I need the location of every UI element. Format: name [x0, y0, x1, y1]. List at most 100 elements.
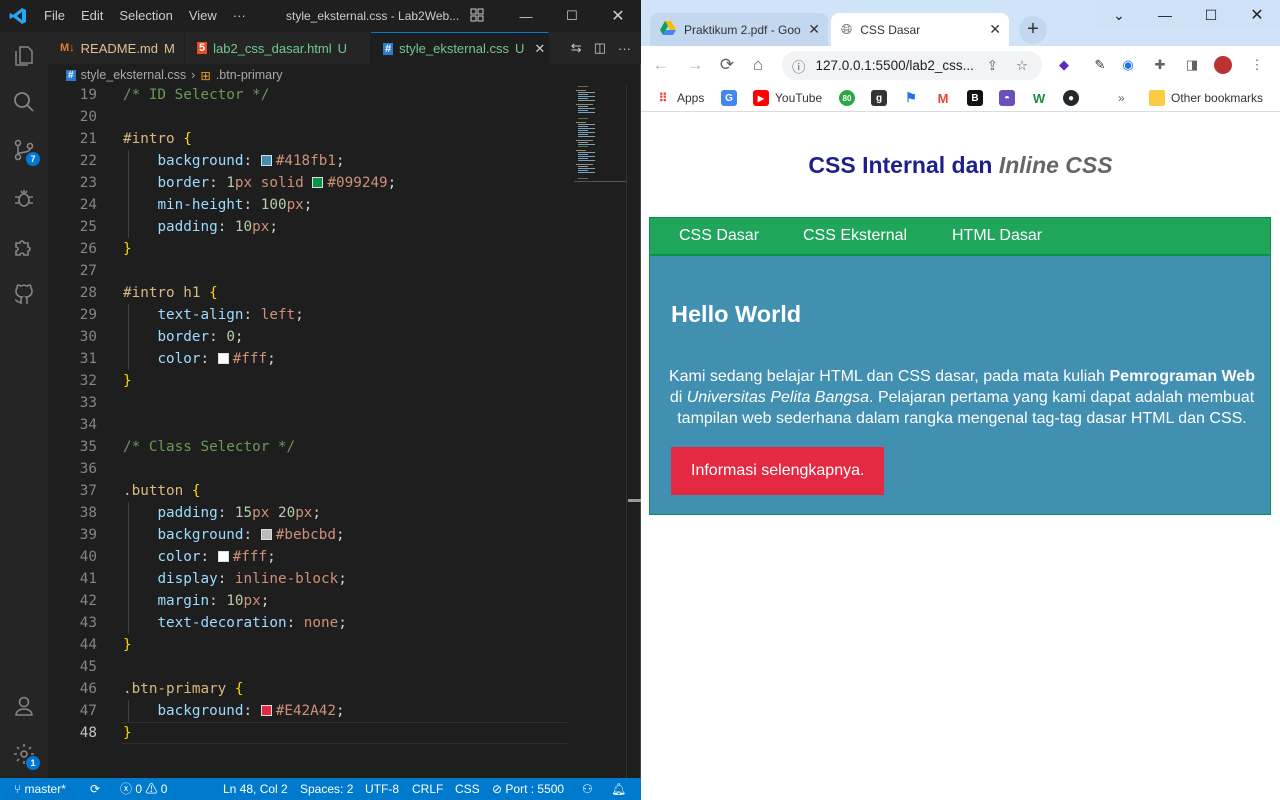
code-line[interactable]: 43 text-decoration: none;	[48, 612, 568, 634]
maximize-icon[interactable]: ☐	[549, 0, 595, 32]
more-bookmarks-icon[interactable]: »	[1118, 89, 1125, 107]
minimize-icon[interactable]: —	[1142, 0, 1188, 30]
notifications-icon[interactable]: 🔔︎	[611, 778, 626, 800]
source-control-icon[interactable]: 7	[0, 126, 48, 174]
tab-style-eksternal[interactable]: # style_eksternal.css U ✕	[371, 32, 549, 64]
back-icon[interactable]: ←	[649, 54, 673, 76]
code-line[interactable]: 48}	[48, 722, 568, 744]
bookmark-star-icon[interactable]: ☆	[1016, 58, 1028, 74]
home-icon[interactable]: ⌂	[746, 54, 770, 76]
new-tab-button[interactable]: +	[1019, 16, 1047, 44]
chrome-menu-icon[interactable]: ⋮	[1248, 56, 1266, 74]
tab-close-icon[interactable]: ✕	[805, 21, 820, 38]
github-icon[interactable]	[0, 270, 48, 318]
compare-changes-icon[interactable]: ⇆	[571, 40, 582, 56]
browser-tab-praktikum[interactable]: Praktikum 2.pdf - Goo ✕	[650, 13, 828, 46]
bookmark-g[interactable]: g	[871, 89, 893, 107]
bookmark-flag[interactable]: ⚑	[903, 89, 925, 107]
color-swatch[interactable]	[260, 529, 272, 540]
bookmark-youtube[interactable]: ▶ YouTube	[753, 89, 822, 107]
tab-search-icon[interactable]: ⌄	[1096, 0, 1142, 30]
explorer-icon[interactable]	[0, 32, 48, 80]
maximize-icon[interactable]: ☐	[1188, 0, 1234, 30]
code-line[interactable]: 27	[48, 260, 568, 282]
search-icon[interactable]	[0, 78, 48, 126]
account-icon[interactable]	[0, 682, 48, 730]
code-line[interactable]: 32}	[48, 370, 568, 392]
layout-icon[interactable]	[470, 8, 484, 25]
bookmark-w[interactable]: W	[1031, 89, 1053, 107]
language-mode[interactable]: CSS	[455, 778, 480, 800]
reload-icon[interactable]: ⟳	[715, 54, 739, 76]
nav-link-css-dasar[interactable]: CSS Dasar	[679, 227, 759, 245]
tab-close-icon[interactable]: ✕	[989, 21, 1001, 38]
code-line[interactable]: 26}	[48, 238, 568, 260]
breadcrumb-symbol[interactable]: .btn-primary	[216, 68, 283, 82]
nav-link-html-dasar[interactable]: HTML Dasar	[952, 227, 1042, 245]
bookmark-dog[interactable]: ◓	[999, 89, 1021, 107]
close-icon[interactable]: ✕	[1234, 0, 1280, 30]
bookmark-80[interactable]: 80	[839, 89, 861, 107]
code-line[interactable]: 41 display: inline-block;	[48, 568, 568, 590]
settings-gear-icon[interactable]: 1	[0, 730, 48, 778]
extension-blue-icon[interactable]: ◉	[1119, 56, 1137, 74]
code-line[interactable]: 21 #intro {	[48, 128, 568, 150]
code-line[interactable]: 47 background: #E42A42;	[48, 700, 568, 722]
code-line[interactable]: 28 #intro h1 {	[48, 282, 568, 304]
color-swatch[interactable]	[312, 177, 324, 188]
extensions-puzzle-icon[interactable]: ✚	[1151, 56, 1169, 74]
minimap[interactable]	[574, 86, 626, 186]
tab-readme[interactable]: M↓ README.md M	[48, 32, 185, 64]
code-line[interactable]: 38 padding: 15px 20px;	[48, 502, 568, 524]
code-editor[interactable]: 19 /* ID Selector */ 20 21 #intro {22 backgr…	[48, 86, 641, 778]
minimize-icon[interactable]: —	[503, 0, 549, 32]
close-icon[interactable]: ✕	[595, 0, 641, 32]
sync-icon[interactable]: ⟳	[90, 778, 100, 800]
code-line[interactable]: 36	[48, 458, 568, 480]
menu-file[interactable]: File	[36, 0, 73, 32]
code-line[interactable]: 46 .btn-primary {	[48, 678, 568, 700]
code-line[interactable]: 35 /* Class Selector */	[48, 436, 568, 458]
live-share-icon[interactable]: ⚇	[582, 778, 593, 800]
menu-more[interactable]: ···	[225, 0, 254, 32]
line-ending[interactable]: CRLF	[412, 778, 443, 800]
more-actions-icon[interactable]: ···	[618, 41, 631, 56]
site-info-icon[interactable]: ⓘ	[792, 56, 806, 76]
nav-link-css-eksternal[interactable]: CSS Eksternal	[803, 227, 907, 245]
cursor-position[interactable]: Ln 48, Col 2	[223, 778, 288, 800]
branch-status[interactable]: ⑂ master*	[0, 778, 82, 800]
tab-close-icon[interactable]: ✕	[534, 41, 545, 57]
code-line[interactable]: 37 .button {	[48, 480, 568, 502]
code-line[interactable]: 45	[48, 656, 568, 678]
share-icon[interactable]: ⇪	[987, 58, 998, 74]
code-line[interactable]: 31 color: #fff;	[48, 348, 568, 370]
debug-icon[interactable]	[0, 174, 48, 222]
code-line[interactable]: 22 background: #418fb1;	[48, 150, 568, 172]
extension-picker-icon[interactable]: ✎	[1091, 56, 1109, 74]
bookmark-translate[interactable]: G	[721, 89, 743, 107]
code-line[interactable]: 44}	[48, 634, 568, 656]
code-line[interactable]: 30 border: 0;	[48, 326, 568, 348]
indentation[interactable]: Spaces: 2	[300, 778, 353, 800]
menu-selection[interactable]: Selection	[111, 0, 180, 32]
code-line[interactable]: 39 background: #bebcbd;	[48, 524, 568, 546]
editor-scrollbar[interactable]	[626, 86, 641, 778]
bookmark-apps[interactable]: ⠿ Apps	[655, 89, 705, 107]
menu-edit[interactable]: Edit	[73, 0, 111, 32]
code-line[interactable]: 40 color: #fff;	[48, 546, 568, 568]
address-bar[interactable]: ⓘ 127.0.0.1:5500/lab2_css... ⇪ ☆	[782, 51, 1042, 80]
breadcrumb-file[interactable]: style_eksternal.css	[81, 68, 187, 82]
bookmark-github[interactable]: ●	[1063, 89, 1085, 107]
problems-status[interactable]: ⓧ 0 ⚠ 0	[120, 778, 167, 800]
code-line[interactable]: 20	[48, 106, 568, 128]
code-line[interactable]: 24 min-height: 100px;	[48, 194, 568, 216]
color-swatch[interactable]	[217, 353, 229, 364]
encoding[interactable]: UTF-8	[365, 778, 399, 800]
menu-view[interactable]: View	[181, 0, 225, 32]
info-button[interactable]: Informasi selengkapnya.	[671, 447, 885, 495]
live-server-port[interactable]: ⊘ Port : 5500	[492, 778, 564, 800]
code-line[interactable]: 34	[48, 414, 568, 436]
minimap-viewport[interactable]	[574, 181, 626, 182]
color-swatch[interactable]	[260, 155, 272, 166]
forward-icon[interactable]: →	[683, 54, 707, 76]
